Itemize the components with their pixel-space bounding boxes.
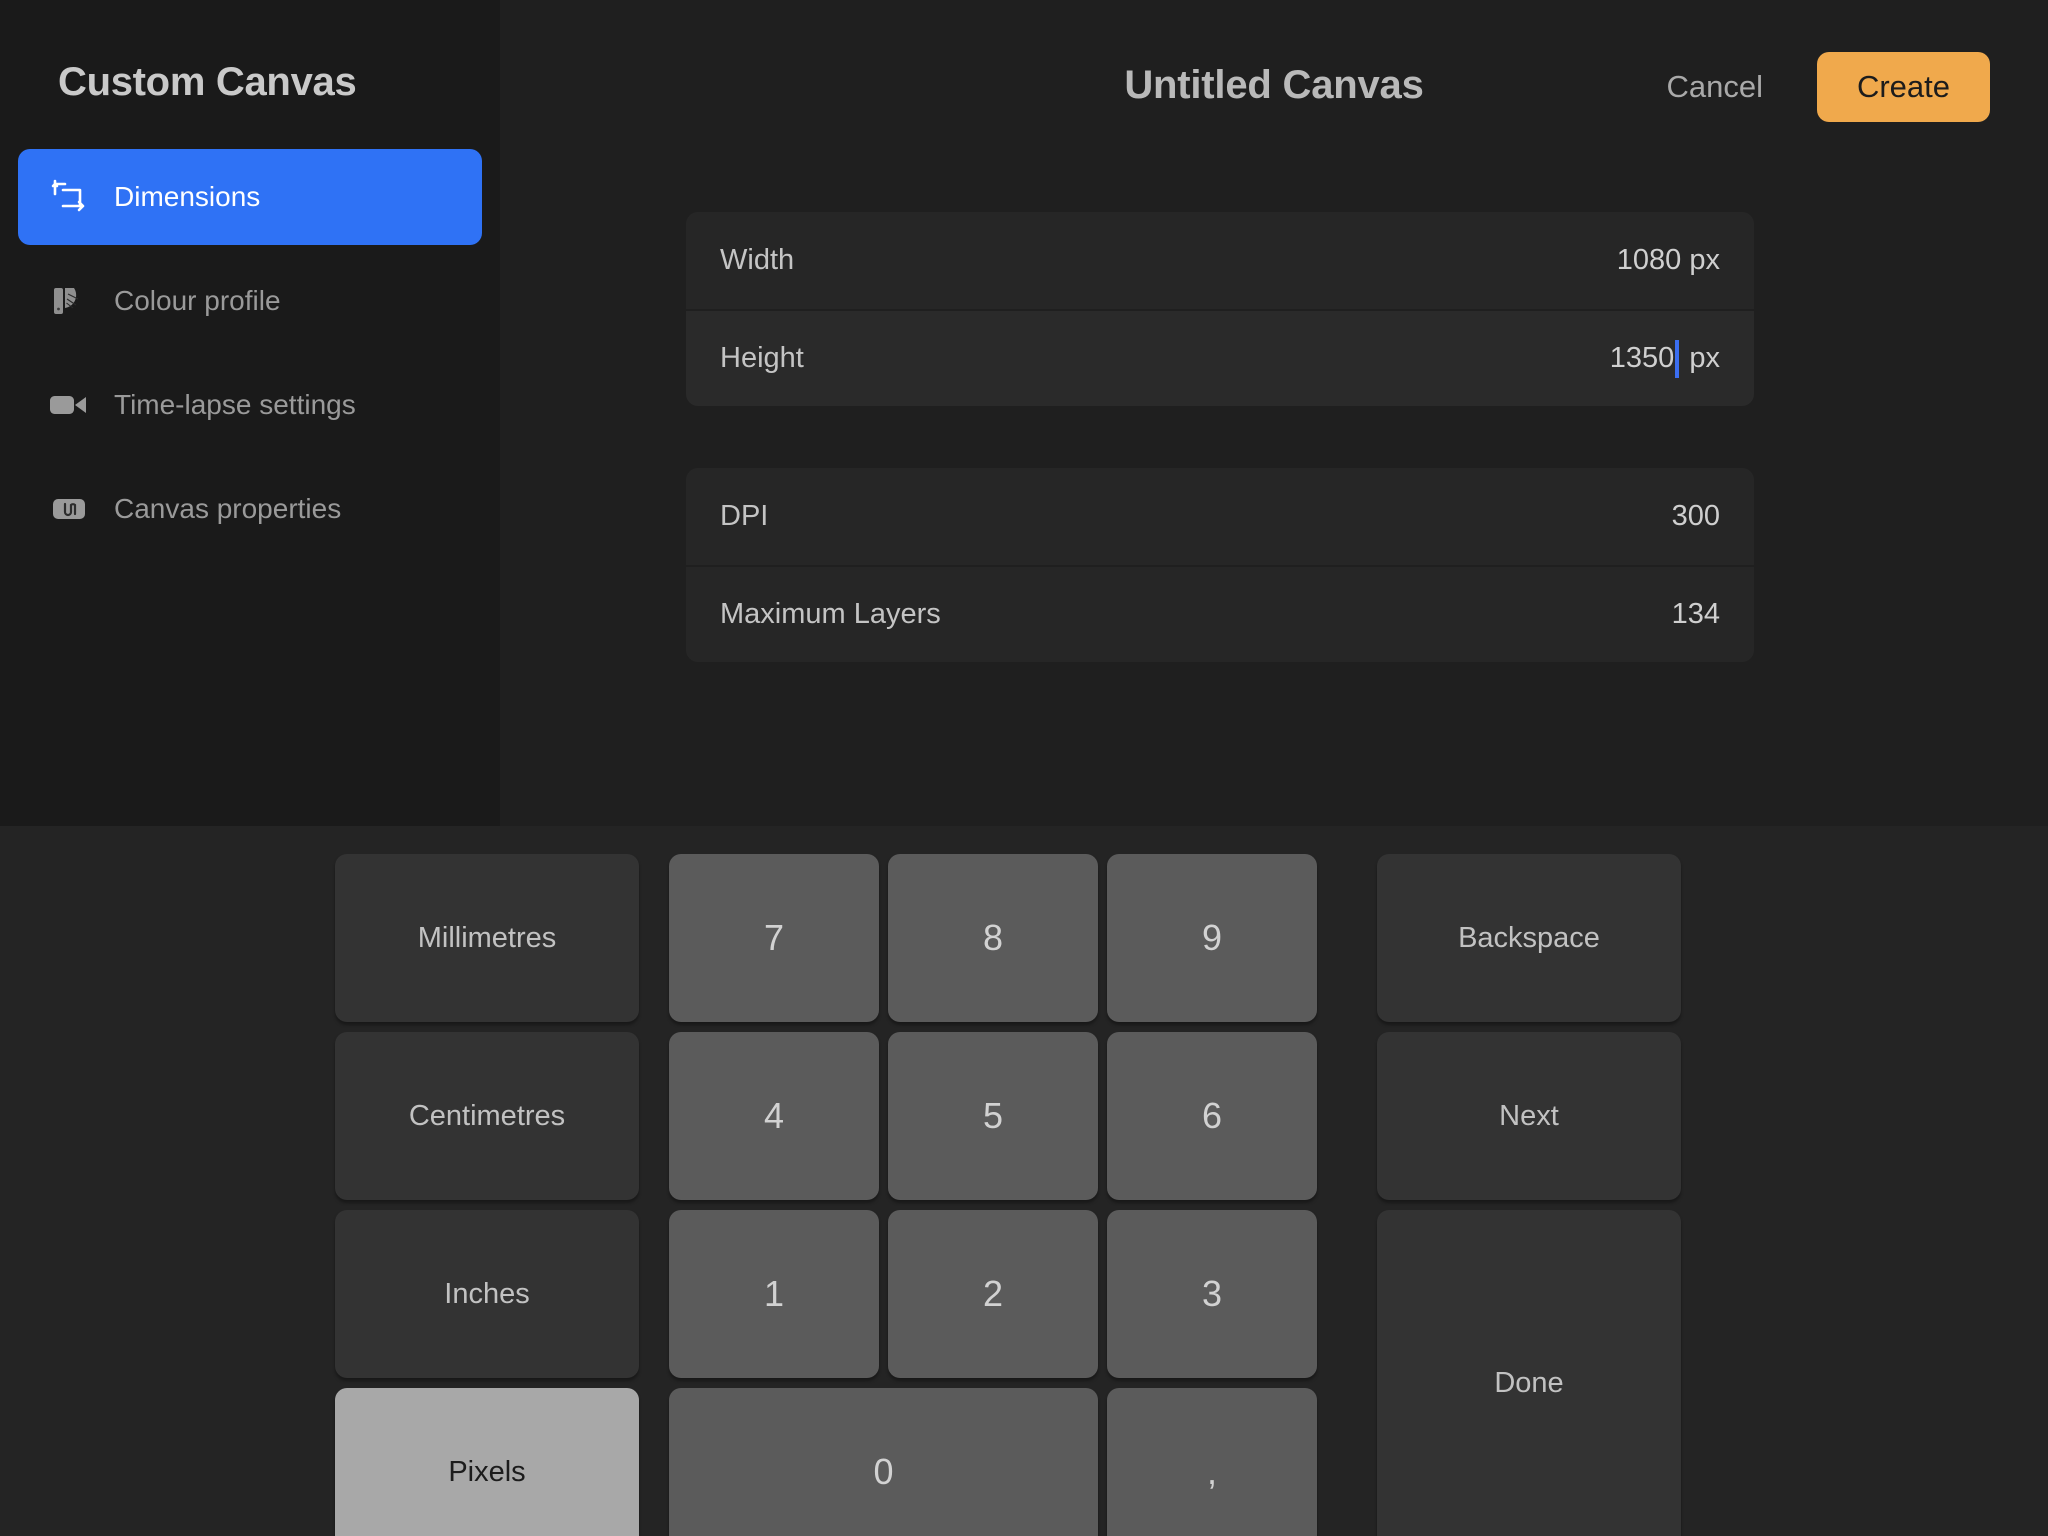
numpad-key-3[interactable]: 3 [1107, 1210, 1317, 1378]
topbar-actions: Cancel Create [1644, 52, 1990, 122]
unit-key-centimetres[interactable]: Centimetres [335, 1032, 639, 1200]
sidebar-nav-list: Dimensions Colour profile Time-lapse set… [0, 149, 500, 557]
numpad-key-9[interactable]: 9 [1107, 854, 1317, 1022]
dpi-number: 300 [1671, 500, 1720, 532]
numeric-keypad: Millimetres Centimetres Inches Pixels 7 … [0, 826, 2048, 1536]
canvas-properties-icon [46, 487, 92, 531]
height-number: 1350 [1609, 342, 1675, 374]
resize-icon [46, 175, 92, 219]
maximum-layers-field-row[interactable]: Maximum Layers 134 [686, 565, 1754, 662]
width-value[interactable]: 1080 px [1617, 244, 1720, 277]
dpi-value[interactable]: 300 [1672, 500, 1720, 533]
page-title: Custom Canvas [58, 60, 357, 104]
width-field-row[interactable]: Width 1080 px [686, 212, 1754, 309]
maximum-layers-value[interactable]: 134 [1672, 598, 1720, 631]
height-unit: px [1681, 342, 1720, 374]
text-caret [1675, 339, 1680, 378]
unit-key-millimetres[interactable]: Millimetres [335, 854, 639, 1022]
numpad-key-4[interactable]: 4 [669, 1032, 879, 1200]
top-region: Custom Canvas Dimensions Colour profile … [0, 0, 2048, 826]
maximum-layers-number: 134 [1671, 598, 1720, 630]
numpad-key-8[interactable]: 8 [888, 854, 1098, 1022]
height-label: Height [720, 342, 804, 374]
keypad-grid: Millimetres Centimetres Inches Pixels 7 … [335, 854, 1717, 1536]
maximum-layers-label: Maximum Layers [720, 598, 941, 630]
backspace-key[interactable]: Backspace [1377, 854, 1681, 1022]
video-camera-icon [46, 383, 92, 427]
height-value[interactable]: 1350 px [1609, 339, 1720, 378]
unit-key-pixels[interactable]: Pixels [335, 1388, 639, 1536]
numpad-key-comma[interactable]: , [1107, 1388, 1317, 1536]
numpad-key-5[interactable]: 5 [888, 1032, 1098, 1200]
width-unit: px [1681, 244, 1720, 276]
main-panel: Untitled Canvas Cancel Create Width 1080… [500, 0, 2048, 826]
width-label: Width [720, 244, 795, 276]
sidebar-item-colour-profile[interactable]: Colour profile [18, 253, 482, 349]
sidebar-item-dimensions[interactable]: Dimensions [18, 149, 482, 245]
dpi-field-row[interactable]: DPI 300 [686, 468, 1754, 565]
sidebar-item-time-lapse-settings[interactable]: Time-lapse settings [18, 357, 482, 453]
unit-key-inches[interactable]: Inches [335, 1210, 639, 1378]
custom-canvas-dialog: Custom Canvas Dimensions Colour profile … [0, 0, 2048, 1536]
numpad-key-2[interactable]: 2 [888, 1210, 1098, 1378]
settings-field-group: DPI 300 Maximum Layers 134 [686, 468, 1754, 662]
sidebar-item-label: Dimensions [114, 181, 261, 212]
dpi-label: DPI [720, 500, 769, 532]
colour-swatch-icon [46, 279, 92, 323]
sidebar-item-label: Time-lapse settings [114, 389, 356, 420]
topbar: Untitled Canvas Cancel Create [500, 0, 2048, 170]
numpad-key-1[interactable]: 1 [669, 1210, 879, 1378]
create-button[interactable]: Create [1816, 52, 1990, 122]
sidebar-item-canvas-properties[interactable]: Canvas properties [18, 461, 482, 557]
sidebar-item-label: Canvas properties [114, 493, 342, 524]
height-field-row[interactable]: Height 1350 px [686, 309, 1754, 406]
sidebar-item-label: Colour profile [114, 285, 281, 316]
numpad-key-0[interactable]: 0 [669, 1388, 1098, 1536]
cancel-button[interactable]: Cancel [1644, 55, 1785, 119]
sidebar: Custom Canvas Dimensions Colour profile … [0, 0, 500, 826]
numpad-key-6[interactable]: 6 [1107, 1032, 1317, 1200]
dimensions-field-group: Width 1080 px Height 1350 px [686, 212, 1754, 406]
width-number: 1080 [1616, 244, 1682, 276]
done-key[interactable]: Done [1377, 1210, 1681, 1536]
numpad-key-7[interactable]: 7 [669, 854, 879, 1022]
next-key[interactable]: Next [1377, 1032, 1681, 1200]
